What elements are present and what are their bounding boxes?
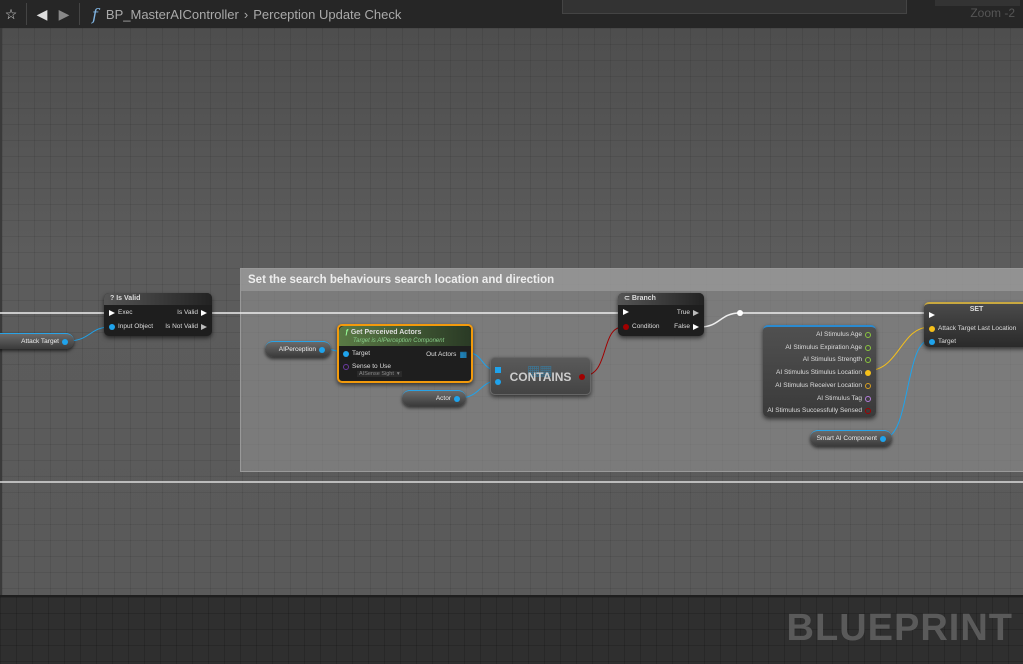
pin-label: Sense to Use: [352, 363, 392, 370]
smart-ai-component-variable[interactable]: Smart AI Component: [810, 430, 892, 446]
zoom-level: Zoom -2: [970, 6, 1015, 20]
get-perceived-actors-node[interactable]: ƒ Get Perceived Actors Target is AIPerce…: [337, 324, 473, 383]
pin-label: Condition: [632, 323, 660, 330]
pin-label: AI Stimulus Successfully Sensed: [767, 407, 862, 414]
pin-label: Is Valid: [177, 309, 198, 316]
branch-node[interactable]: ⊂ Branch Condition True False: [618, 293, 704, 336]
pin-label: AI Stimulus Tag: [816, 395, 862, 402]
dropdown-value: AISense Sight: [359, 371, 394, 377]
is-valid-exec-pin[interactable]: [201, 309, 207, 316]
break-ai-stimulus-node[interactable]: AI Stimulus Age AI Stimulus Expiration A…: [763, 325, 876, 417]
array-pin-icon[interactable]: ▦: [459, 350, 467, 359]
object-pin[interactable]: [454, 395, 460, 402]
function-icon: f: [92, 4, 98, 24]
is-valid-node[interactable]: ? Is Valid Exec Input Object Is Valid Is…: [104, 293, 212, 336]
exec-in-pin[interactable]: [109, 309, 115, 316]
object-pin[interactable]: [319, 346, 325, 353]
float-pin[interactable]: [865, 356, 871, 363]
forward-arrow-icon[interactable]: ▶: [53, 6, 75, 23]
is-not-valid-exec-pin[interactable]: [201, 323, 207, 330]
blueprint-watermark: BLUEPRINT: [786, 607, 1013, 649]
pin-label: False: [674, 323, 690, 330]
condition-pin[interactable]: [623, 323, 629, 330]
node-title: Get Perceived Actors: [350, 329, 422, 336]
pin-label: Out Actors: [426, 351, 457, 358]
bool-out-pin[interactable]: [579, 374, 585, 380]
pin-label: AI Stimulus Age: [816, 331, 862, 338]
node-title: Is Valid: [116, 295, 141, 302]
float-pin[interactable]: [865, 331, 871, 338]
graph-lower-area[interactable]: BLUEPRINT: [0, 595, 1023, 664]
pin-label: AI Stimulus Stimulus Location: [776, 369, 862, 376]
true-exec-pin[interactable]: [693, 309, 699, 316]
node-subtitle: Target is AIPerception Component: [353, 338, 445, 344]
pin-label: AI Stimulus Receiver Location: [775, 382, 862, 389]
attack-target-variable[interactable]: Attack Target: [0, 333, 74, 349]
divider: [79, 3, 80, 25]
exec-in-pin[interactable]: [929, 312, 935, 318]
node-header: ƒ Get Perceived Actors Target is AIPerce…: [339, 326, 471, 346]
target-pin[interactable]: [343, 350, 349, 357]
name-pin[interactable]: [865, 395, 871, 402]
back-arrow-icon[interactable]: ◀: [31, 6, 53, 23]
node-title: SET: [969, 306, 984, 313]
node-title: Branch: [631, 295, 656, 302]
pin-label: Attack Target Last Location: [938, 325, 1017, 332]
item-in-pin[interactable]: [495, 379, 501, 385]
node-title: CONTAINS: [509, 370, 572, 384]
bool-pin[interactable]: [865, 407, 871, 414]
divider: [26, 3, 27, 25]
float-pin[interactable]: [865, 344, 871, 351]
chevron-down-icon: ▾: [396, 371, 400, 377]
variable-label: Smart AI Component: [816, 435, 877, 442]
false-exec-pin[interactable]: [693, 323, 699, 330]
variable-label: Attack Target: [21, 338, 59, 345]
array-in-pin[interactable]: [495, 367, 501, 373]
pin-label: Target: [938, 338, 957, 345]
sense-pin[interactable]: [343, 363, 349, 370]
pin-label: Target: [352, 350, 371, 357]
vector-pin[interactable]: [865, 369, 871, 376]
breadcrumb-root[interactable]: BP_MasterAIController: [106, 7, 239, 22]
pin-label: AI Stimulus Expiration Age: [785, 344, 862, 351]
vector-pin[interactable]: [929, 325, 935, 332]
comment-title: Set the search behaviours search locatio…: [241, 269, 1023, 291]
breadcrumb-chevron-icon: ›: [243, 6, 249, 22]
pin-label: Is Not Valid: [165, 323, 198, 330]
vector-pin[interactable]: [865, 382, 871, 389]
star-icon[interactable]: ☆: [0, 6, 22, 23]
set-node[interactable]: SET Attack Target Last Location Target: [924, 302, 1023, 347]
branch-icon: ⊂: [624, 295, 632, 302]
pin-label: Exec: [118, 309, 133, 316]
contains-node[interactable]: ▦▦ CONTAINS: [490, 357, 591, 395]
exec-in-pin[interactable]: [623, 309, 629, 315]
variable-label: AIPerception: [278, 346, 316, 353]
pin-label: Input Object: [118, 323, 154, 330]
breadcrumb-current[interactable]: Perception Update Check: [253, 7, 401, 22]
pin-label: True: [676, 309, 690, 316]
node-header: ⊂ Branch: [618, 293, 704, 305]
input-object-pin[interactable]: [109, 323, 115, 330]
target-pin[interactable]: [929, 338, 935, 345]
sense-dropdown[interactable]: AISense Sight ▾: [357, 371, 402, 377]
pin-label: AI Stimulus Strength: [802, 356, 862, 363]
ai-perception-variable[interactable]: AIPerception: [265, 341, 331, 357]
variable-label: Actor: [435, 395, 451, 402]
object-pin[interactable]: [62, 338, 68, 345]
actor-variable[interactable]: Actor: [402, 390, 466, 406]
search-panel[interactable]: [562, 0, 907, 14]
object-pin[interactable]: [880, 435, 886, 442]
node-header: ? Is Valid: [104, 293, 212, 305]
